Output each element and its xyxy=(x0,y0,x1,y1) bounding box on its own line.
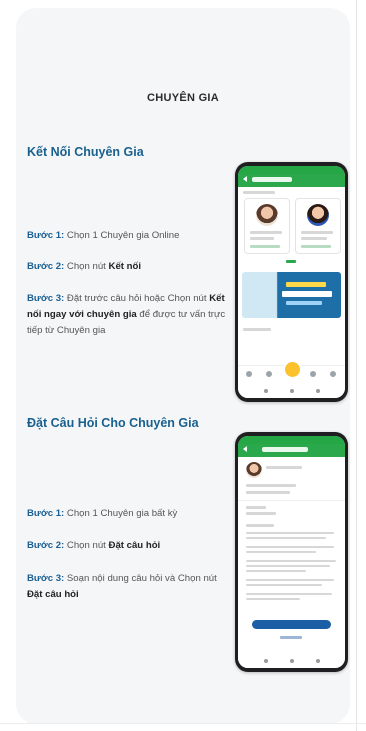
nav-recent-icon xyxy=(316,659,320,663)
system-nav-bar xyxy=(238,654,345,668)
text-line xyxy=(246,546,334,548)
nav-home-icon xyxy=(290,389,294,393)
divider xyxy=(238,500,345,501)
nav-back-icon xyxy=(264,659,268,663)
section-placeholder xyxy=(243,328,271,331)
list-heading-placeholder xyxy=(243,191,275,194)
connect-step-3: Bước 3: Đặt trước câu hỏi hoặc Chọn nút … xyxy=(27,291,227,339)
connect-step-1: Bước 1: Chọn 1 Chuyên gia Online xyxy=(27,228,227,244)
app-header xyxy=(238,444,345,457)
expert-avatar xyxy=(256,204,278,226)
back-arrow-icon xyxy=(243,446,247,452)
text-line xyxy=(246,584,322,586)
app-header xyxy=(238,174,345,187)
ask-step-1: Bước 1: Chọn 1 Chuyên gia bất kỳ xyxy=(27,506,227,522)
expert-avatar xyxy=(246,462,262,478)
expert-name-header xyxy=(262,447,308,452)
home-tab-icon xyxy=(246,371,252,377)
text-line xyxy=(246,560,336,562)
text-line xyxy=(246,570,306,572)
section-heading-ask-expert: Đặt Câu Hỏi Cho Chuyên Gia xyxy=(27,416,199,430)
expert-card xyxy=(244,198,290,254)
ask-question-button-mock xyxy=(252,620,331,629)
center-action-button xyxy=(283,360,302,379)
step-text: Soạn nội dung câu hỏi và Chọn nút xyxy=(64,573,217,584)
status-placeholder xyxy=(301,245,331,248)
step-text: Chọn 1 Chuyên gia Online xyxy=(64,230,180,241)
expert-avatar xyxy=(307,204,329,226)
status-bar xyxy=(238,436,345,444)
text-line xyxy=(246,532,334,534)
footer-divider xyxy=(0,723,366,724)
step-label: Bước 3: xyxy=(27,293,65,304)
text-line xyxy=(246,551,316,553)
name-placeholder xyxy=(250,231,282,234)
info-placeholder xyxy=(246,491,290,494)
step-text: Đặt trước câu hỏi hoặc Chọn nút xyxy=(64,293,210,304)
step-label: Bước 1: xyxy=(27,230,65,241)
step-label: Bước 1: xyxy=(27,508,65,519)
section-placeholder xyxy=(246,506,266,509)
title-placeholder xyxy=(250,237,274,240)
section-heading-connect-expert: Kết Nối Chuyên Gia xyxy=(27,145,144,159)
profile-tab-icon xyxy=(330,371,336,377)
app-logo xyxy=(252,177,292,182)
step-button-name: Đặt câu hỏi xyxy=(108,540,161,551)
system-nav-bar xyxy=(238,384,345,398)
step-label: Bước 3: xyxy=(27,573,65,584)
nav-home-icon xyxy=(290,659,294,663)
banner-subtitle xyxy=(286,301,322,305)
text-line xyxy=(246,579,334,581)
scroll-divider xyxy=(356,0,357,731)
step-button-name: Đặt câu hỏi xyxy=(27,589,79,600)
text-line xyxy=(246,593,332,595)
phone-screen xyxy=(238,436,345,668)
step-text: Chọn 1 Chuyên gia bất kỳ xyxy=(64,508,178,519)
text-line xyxy=(246,537,326,539)
expert-card xyxy=(295,198,341,254)
section-placeholder xyxy=(246,524,274,527)
text-line xyxy=(246,598,300,600)
banner-headline xyxy=(286,282,326,287)
info-placeholder xyxy=(246,484,296,487)
secondary-link-mock xyxy=(280,636,302,639)
chat-tab-icon xyxy=(310,371,316,377)
step-label: Bước 2: xyxy=(27,540,65,551)
bottom-tab-bar xyxy=(238,360,345,384)
page-title: CHUYÊN GIA xyxy=(146,92,220,104)
phone-mockup-expert-list xyxy=(235,162,348,402)
name-placeholder xyxy=(301,231,333,234)
carousel-indicator xyxy=(286,260,296,263)
status-placeholder xyxy=(250,245,280,248)
ask-step-3: Bước 3: Soạn nội dung câu hỏi và Chọn nú… xyxy=(27,571,227,603)
community-tab-icon xyxy=(266,371,272,377)
nav-back-icon xyxy=(264,389,268,393)
phone-mockup-ask-question xyxy=(235,432,348,672)
step-text: Chọn nút xyxy=(64,261,109,272)
status-bar xyxy=(238,166,345,174)
section-placeholder xyxy=(246,512,276,515)
step-text: Chọn nút xyxy=(64,540,109,551)
title-placeholder xyxy=(301,237,327,240)
phone-screen xyxy=(238,166,345,398)
nav-recent-icon xyxy=(316,389,320,393)
step-label: Bước 2: xyxy=(27,261,65,272)
step-button-name: Kết nối xyxy=(108,261,142,272)
back-arrow-icon xyxy=(243,176,247,182)
name-placeholder xyxy=(266,466,302,469)
connect-step-2: Bước 2: Chọn nút Kết nối xyxy=(27,259,227,275)
ask-step-2: Bước 2: Chọn nút Đặt câu hỏi xyxy=(27,538,227,554)
text-line xyxy=(246,565,330,567)
promo-banner xyxy=(242,272,341,318)
banner-title xyxy=(282,291,332,297)
